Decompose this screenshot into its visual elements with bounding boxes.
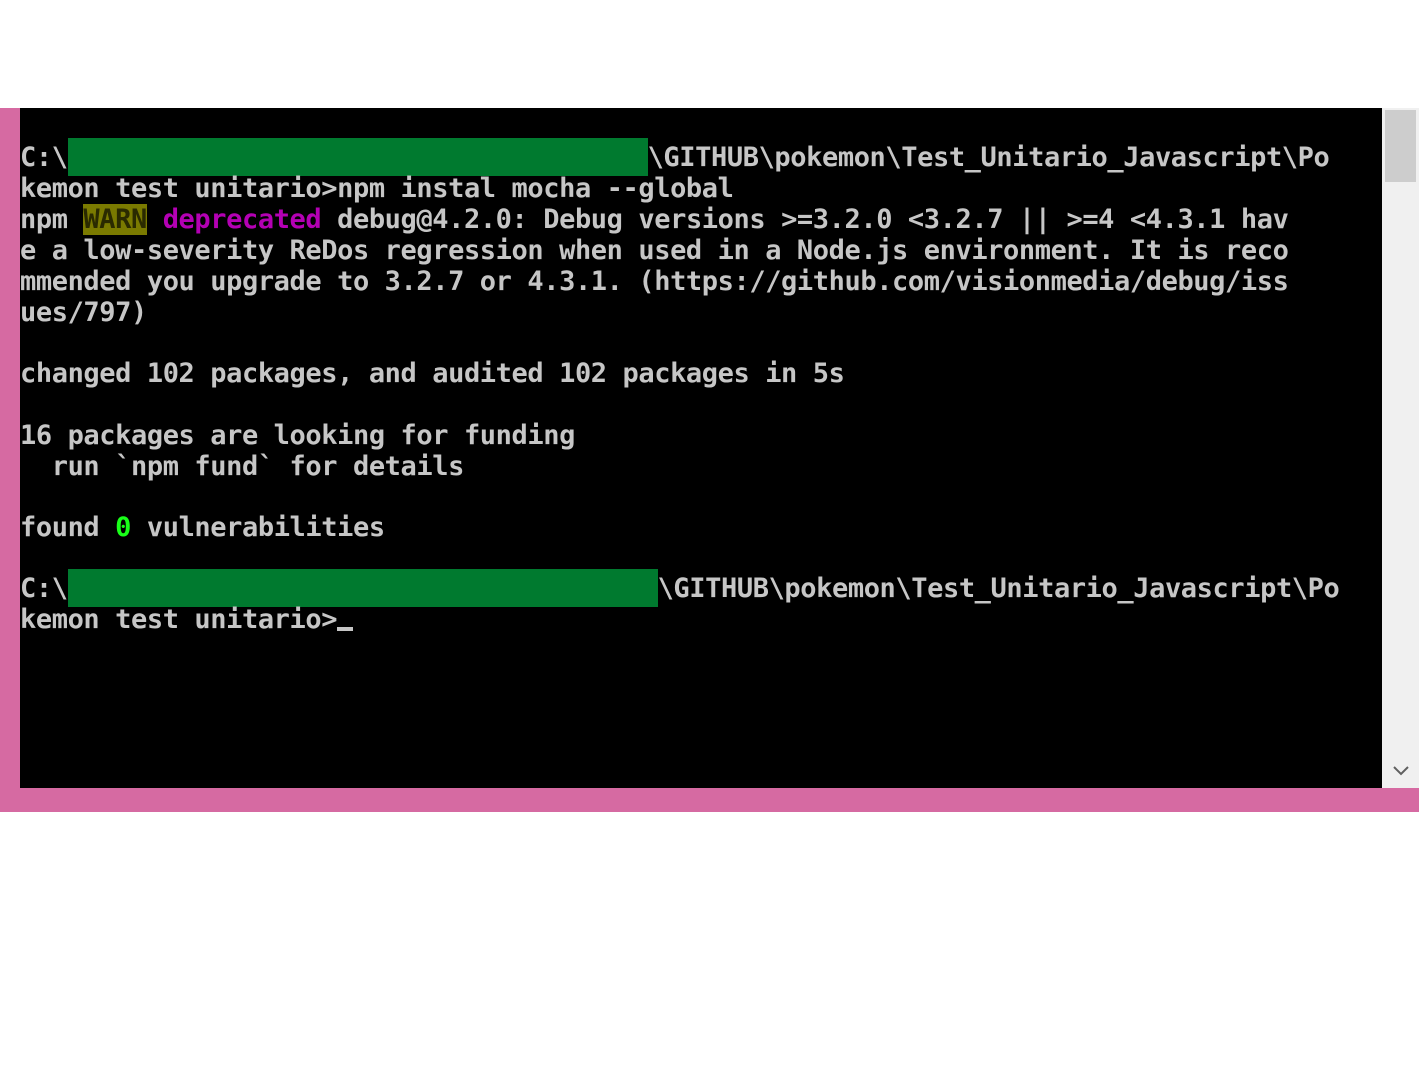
console-prompt-line[interactable]: kemon test unitario> — [20, 604, 354, 635]
scrollbar-thumb[interactable] — [1385, 110, 1416, 182]
console-line: C:\ \GITHUB\pokemon\Test_Unitario_Javascr… — [20, 569, 1340, 607]
text-cursor — [337, 627, 354, 631]
chevron-down-icon[interactable] — [1391, 760, 1411, 780]
console-line: e a low-severity ReDos regression when u… — [20, 235, 1289, 266]
warn-badge: WARN — [83, 204, 147, 235]
vulnerability-count: 0 — [115, 512, 131, 543]
console-line: ues/797) — [20, 297, 147, 328]
console-line: kemon test unitario>npm instal mocha --g… — [20, 173, 734, 204]
console-line: changed 102 packages, and audited 102 pa… — [20, 358, 845, 389]
console-line: mmended you upgrade to 3.2.7 or 4.3.1. (… — [20, 266, 1289, 297]
console-line: found 0 vulnerabilities — [20, 512, 385, 543]
console-line: 16 packages are looking for funding — [20, 420, 575, 451]
deprecated-label: deprecated — [162, 204, 322, 235]
redacted-path — [67, 138, 648, 176]
console-line: C:\ \GITHUB\pokemon\Test_Unitario_Javascr… — [20, 138, 1330, 176]
redacted-path — [67, 569, 658, 607]
console-line: run `npm fund` for details — [20, 451, 465, 482]
console-line: npm WARN deprecated debug@4.2.0: Debug v… — [20, 204, 1289, 235]
console-output[interactable]: C:\ \GITHUB\pokemon\Test_Unitario_Javascr… — [20, 108, 1382, 788]
vertical-scrollbar[interactable] — [1382, 108, 1419, 788]
